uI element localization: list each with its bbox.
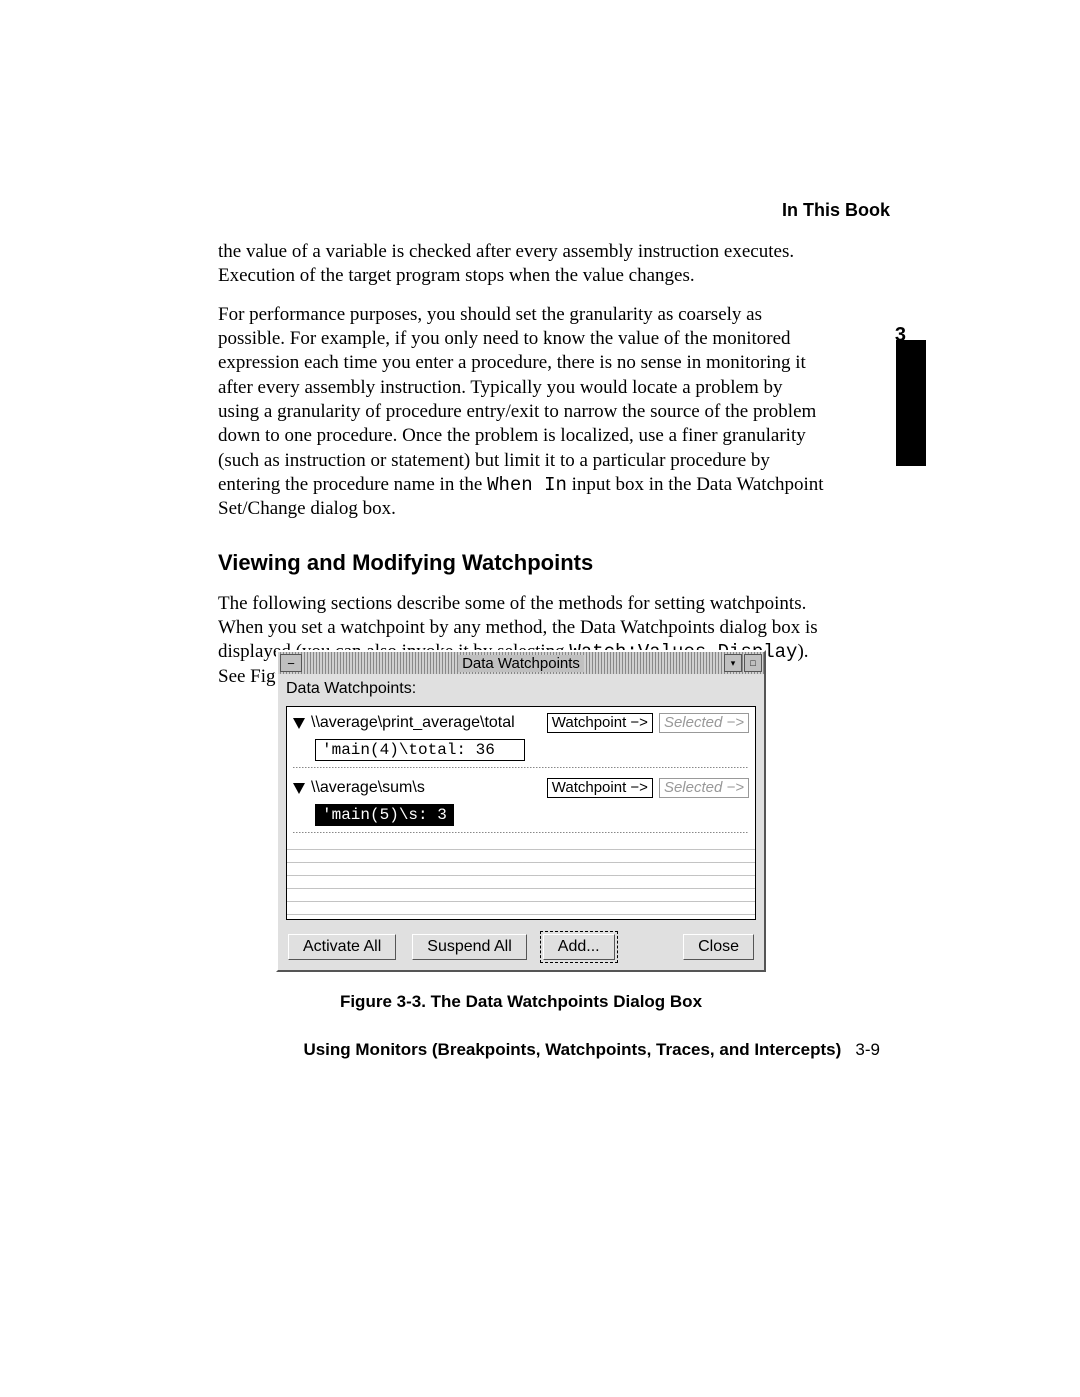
minimize-icon[interactable]: ▾ bbox=[724, 654, 742, 672]
watchpoint-name: \\average\print_average\total bbox=[311, 714, 541, 732]
code-inline: When In bbox=[487, 474, 567, 496]
section-heading: Viewing and Modifying Watchpoints bbox=[218, 549, 828, 577]
paragraph: For performance purposes, you should set… bbox=[218, 303, 828, 522]
watchpoint-item: \\average\sum\s Watchpoint −> Selected −… bbox=[287, 772, 755, 837]
watchpoint-list: \\average\print_average\total Watchpoint… bbox=[286, 706, 756, 920]
watchpoint-menu-button[interactable]: Watchpoint −> bbox=[547, 713, 653, 733]
activate-all-button[interactable]: Activate All bbox=[288, 934, 396, 960]
watchpoint-value[interactable]: 'main(4)\total: 36 bbox=[315, 739, 525, 761]
divider bbox=[293, 767, 749, 768]
title-bar: − Data Watchpoints ▾ □ bbox=[278, 652, 764, 674]
divider bbox=[293, 832, 749, 833]
expand-icon[interactable] bbox=[293, 783, 305, 794]
dialog-window: − Data Watchpoints ▾ □ Data Watchpoints:… bbox=[276, 650, 766, 972]
dialog-button-row: Activate All Suspend All Add... Close bbox=[286, 934, 756, 960]
watchpoint-item: \\average\print_average\total Watchpoint… bbox=[287, 707, 755, 772]
page-number: 3-9 bbox=[855, 1040, 880, 1059]
window-title: Data Watchpoints bbox=[278, 655, 764, 672]
list-empty-area bbox=[287, 837, 755, 919]
footer-chapter-title: Using Monitors (Breakpoints, Watchpoints… bbox=[303, 1040, 841, 1059]
text-run: For performance purposes, you should set… bbox=[218, 304, 816, 495]
close-button[interactable]: Close bbox=[683, 934, 754, 960]
watchpoint-value-selected[interactable]: 'main(5)\s: 3 bbox=[315, 804, 454, 826]
add-button[interactable]: Add... bbox=[543, 934, 615, 960]
maximize-icon[interactable]: □ bbox=[744, 654, 762, 672]
watchpoint-name: \\average\sum\s bbox=[311, 779, 541, 797]
page-footer: Using Monitors (Breakpoints, Watchpoints… bbox=[218, 1040, 880, 1060]
figure-caption: Figure 3-3. The Data Watchpoints Dialog … bbox=[276, 992, 766, 1012]
window-menu-icon[interactable]: − bbox=[280, 654, 302, 672]
running-head: In This Book bbox=[782, 200, 890, 221]
watchpoint-menu-button[interactable]: Watchpoint −> bbox=[547, 778, 653, 798]
paragraph: the value of a variable is checked after… bbox=[218, 240, 828, 289]
selected-menu-button[interactable]: Selected −> bbox=[659, 713, 749, 733]
list-label: Data Watchpoints: bbox=[286, 680, 756, 698]
selected-menu-button[interactable]: Selected −> bbox=[659, 778, 749, 798]
chapter-tab-block bbox=[896, 340, 926, 466]
body-text: the value of a variable is checked after… bbox=[218, 240, 828, 703]
figure: − Data Watchpoints ▾ □ Data Watchpoints:… bbox=[276, 650, 766, 1012]
suspend-all-button[interactable]: Suspend All bbox=[412, 934, 527, 960]
expand-icon[interactable] bbox=[293, 718, 305, 729]
